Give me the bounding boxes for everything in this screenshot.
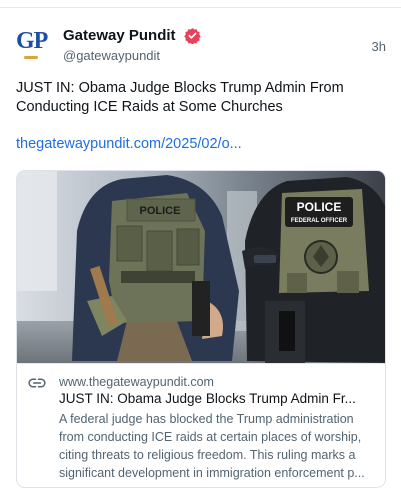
timestamp[interactable]: 3h	[372, 39, 386, 54]
card-description: A federal judge has blocked the Trump ad…	[59, 412, 365, 480]
name-row: Gateway Pundit	[63, 27, 201, 45]
display-name[interactable]: Gateway Pundit	[63, 27, 176, 44]
link-icon	[28, 378, 46, 388]
vest-label-2: POLICE	[297, 200, 342, 214]
top-divider	[0, 0, 401, 8]
vest-label-3: FEDERAL OFFICER	[291, 218, 348, 224]
avatar[interactable]: GP	[16, 26, 52, 62]
card-image[interactable]: POLICE POLICE FEDERAL OFFICER	[17, 171, 385, 363]
card-title[interactable]: JUST IN: Obama Judge Blocks Trump Admin …	[59, 391, 379, 406]
avatar-logo-swoosh	[24, 56, 38, 59]
verified-badge-icon	[184, 28, 201, 45]
post-header: GP Gateway Pundit @gatewaypundit 3h	[16, 26, 386, 68]
card-domain: www.thegatewaypundit.com	[59, 375, 214, 389]
vest-label-1: POLICE	[140, 205, 181, 217]
avatar-logo-text: GP	[16, 28, 48, 54]
card-photo: POLICE POLICE FEDERAL OFFICER	[17, 171, 385, 363]
account-handle[interactable]: @gatewaypundit	[63, 48, 160, 63]
post-text: JUST IN: Obama Judge Blocks Trump Admin …	[16, 80, 344, 115]
post-link[interactable]: thegatewaypundit.com/2025/02/o...	[16, 136, 242, 152]
card-meta[interactable]: www.thegatewaypundit.com JUST IN: Obama …	[17, 363, 385, 487]
link-preview-card[interactable]: POLICE POLICE FEDERAL OFFICER www.thegat…	[16, 170, 386, 488]
